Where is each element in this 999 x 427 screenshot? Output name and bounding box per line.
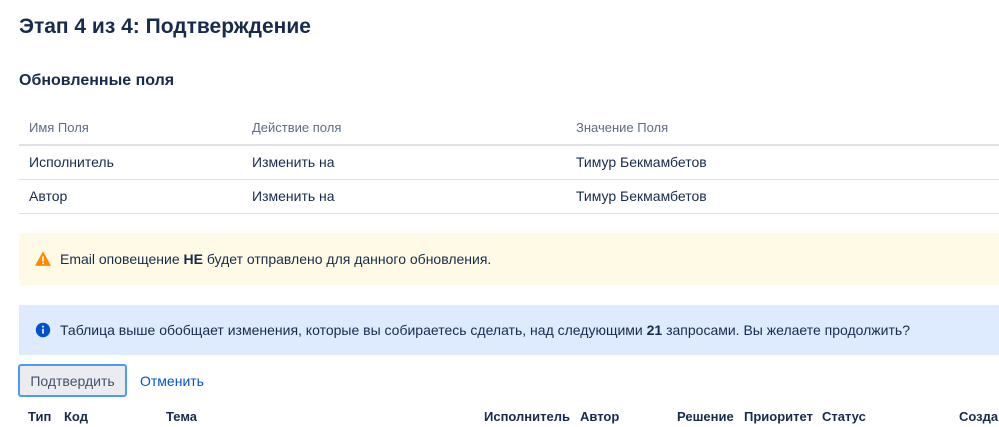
bulk-edit-confirmation-page: Этап 4 из 4: Подтверждение Обновленные п… — [0, 0, 999, 427]
column-header-key[interactable]: Код — [64, 409, 88, 424]
issue-count: 21 — [646, 322, 663, 338]
field-name-cell: Автор — [19, 179, 242, 214]
column-header-field-value: Значение Поля — [566, 110, 999, 146]
table-header-row: Имя Поля Действие поля Значение Поля — [19, 110, 999, 146]
column-header-field-action: Действие поля — [242, 110, 566, 146]
column-header-status[interactable]: Статус — [822, 409, 866, 424]
column-header-field-name: Имя Поля — [19, 110, 242, 146]
issues-table-header: Тип Код Тема Исполнитель Автор Решение П… — [0, 406, 999, 427]
email-warning-banner: Email оповещение НЕ будет отправлено для… — [19, 233, 999, 285]
field-value-cell: Тимур Бекмамбетов — [566, 179, 999, 214]
field-value-cell: Тимур Бекмамбетов — [566, 145, 999, 180]
info-text: Таблица выше обобщает изменения, которые… — [60, 322, 910, 338]
info-icon — [35, 322, 51, 338]
column-header-created[interactable]: Создан — [959, 409, 999, 424]
column-header-priority[interactable]: Приоритет — [744, 409, 813, 424]
column-header-summary[interactable]: Тема — [166, 409, 197, 424]
confirm-button[interactable]: Подтвердить — [18, 364, 127, 397]
table-row: Автор Изменить на Тимур Бекмамбетов — [19, 179, 999, 214]
column-header-type[interactable]: Тип — [28, 409, 51, 424]
warning-icon — [35, 251, 51, 267]
column-header-resolution[interactable]: Решение — [677, 409, 734, 424]
updated-fields-title: Обновленные поля — [19, 72, 175, 89]
column-header-assignee[interactable]: Исполнитель — [484, 409, 570, 424]
column-header-reporter[interactable]: Автор — [580, 409, 619, 424]
field-action-cell: Изменить на — [242, 179, 566, 214]
cancel-link[interactable]: Отменить — [140, 373, 204, 389]
info-banner: Таблица выше обобщает изменения, которые… — [19, 305, 999, 355]
table-row: Исполнитель Изменить на Тимур Бекмамбето… — [19, 145, 999, 180]
updated-fields-table: Имя Поля Действие поля Значение Поля Исп… — [19, 110, 999, 214]
field-name-cell: Исполнитель — [19, 145, 242, 180]
field-action-cell: Изменить на — [242, 145, 566, 180]
step-title: Этап 4 из 4: Подтверждение — [19, 15, 311, 38]
warning-text: Email оповещение НЕ будет отправлено для… — [60, 251, 492, 267]
